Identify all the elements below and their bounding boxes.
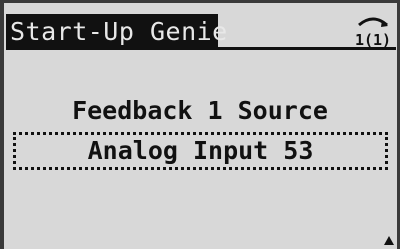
up-arrow-icon [384,236,394,245]
lcp-display: Start-Up Genie 1(1) Feedback 1 Source An… [0,0,400,249]
display-bezel-top [0,0,400,3]
menu-title: Start-Up Genie [6,14,227,50]
title-divider [6,47,396,50]
parameter-value-selector[interactable]: Analog Input 53 [13,132,388,170]
parameter-name: Feedback 1 Source [72,96,328,125]
up-down-arrows-icon: 1(1) [355,17,391,48]
parameter-value: Analog Input 53 [87,136,314,165]
page-indicator-text: 1(1) [355,31,391,48]
